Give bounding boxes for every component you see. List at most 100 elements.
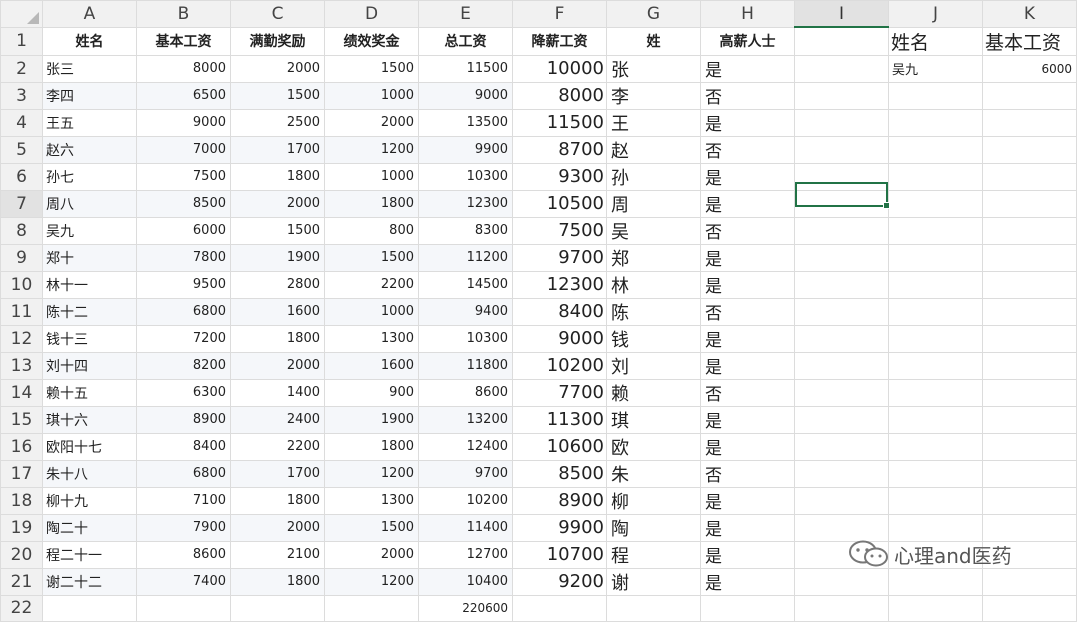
empty-cell[interactable] [982, 81, 1077, 110]
performance-bonus-cell[interactable]: 2000 [324, 540, 419, 569]
empty-cell[interactable] [794, 135, 889, 164]
empty-cell[interactable] [512, 594, 607, 622]
empty-cell[interactable] [794, 513, 889, 542]
attendance-bonus-cell[interactable]: 1800 [230, 486, 325, 515]
high-salary-cell[interactable]: 是 [700, 567, 795, 596]
base-salary-cell[interactable]: 6800 [136, 297, 231, 326]
performance-bonus-cell[interactable]: 1200 [324, 567, 419, 596]
column-header-e[interactable]: E [418, 0, 513, 28]
performance-bonus-cell[interactable]: 2200 [324, 270, 419, 299]
name-cell[interactable]: 柳十九 [42, 486, 137, 515]
empty-cell[interactable] [606, 594, 701, 622]
reduced-salary-cell[interactable]: 9000 [512, 324, 607, 353]
empty-cell[interactable] [888, 162, 983, 191]
surname-cell[interactable]: 赵 [606, 135, 701, 164]
attendance-bonus-cell[interactable]: 1600 [230, 297, 325, 326]
high-salary-cell[interactable]: 是 [700, 270, 795, 299]
reduced-salary-cell[interactable]: 11500 [512, 108, 607, 137]
reduced-salary-cell[interactable]: 12300 [512, 270, 607, 299]
total-salary-cell[interactable]: 10200 [418, 486, 513, 515]
grand-total-cell[interactable]: 220600 [418, 594, 513, 622]
empty-cell[interactable] [794, 486, 889, 515]
performance-bonus-cell[interactable]: 1500 [324, 243, 419, 272]
empty-cell[interactable] [794, 567, 889, 596]
empty-cell[interactable] [794, 378, 889, 407]
surname-cell[interactable]: 刘 [606, 351, 701, 380]
empty-cell[interactable] [982, 486, 1077, 515]
row-header[interactable]: 8 [0, 216, 43, 245]
name-cell[interactable]: 陈十二 [42, 297, 137, 326]
empty-cell[interactable] [794, 297, 889, 326]
performance-bonus-cell[interactable]: 1500 [324, 513, 419, 542]
reduced-salary-cell[interactable]: 8400 [512, 297, 607, 326]
reduced-salary-cell[interactable]: 10000 [512, 54, 607, 83]
base-salary-cell[interactable]: 7100 [136, 486, 231, 515]
empty-cell[interactable] [888, 216, 983, 245]
reduced-salary-cell[interactable]: 11300 [512, 405, 607, 434]
high-salary-cell[interactable]: 是 [700, 405, 795, 434]
base-salary-cell[interactable]: 9500 [136, 270, 231, 299]
attendance-bonus-cell[interactable]: 2000 [230, 189, 325, 218]
column-header-b[interactable]: B [136, 0, 231, 28]
high-salary-cell[interactable]: 否 [700, 378, 795, 407]
empty-cell[interactable] [700, 594, 795, 622]
empty-cell[interactable] [888, 108, 983, 137]
total-salary-cell[interactable]: 11400 [418, 513, 513, 542]
lookup-salary-value[interactable]: 6000 [982, 54, 1077, 83]
total-salary-cell[interactable]: 14500 [418, 270, 513, 299]
row-header[interactable]: 3 [0, 81, 43, 110]
reduced-salary-cell[interactable]: 9900 [512, 513, 607, 542]
empty-cell[interactable] [888, 459, 983, 488]
empty-cell[interactable] [888, 405, 983, 434]
empty-cell[interactable] [982, 378, 1077, 407]
total-salary-cell[interactable]: 10400 [418, 567, 513, 596]
performance-bonus-cell[interactable]: 1000 [324, 81, 419, 110]
header-cell-base[interactable]: 基本工资 [136, 26, 231, 56]
surname-cell[interactable]: 郑 [606, 243, 701, 272]
row-header[interactable]: 11 [0, 297, 43, 326]
name-cell[interactable]: 赖十五 [42, 378, 137, 407]
performance-bonus-cell[interactable]: 1200 [324, 135, 419, 164]
performance-bonus-cell[interactable]: 1300 [324, 486, 419, 515]
empty-cell[interactable] [888, 513, 983, 542]
empty-cell[interactable] [230, 594, 325, 622]
empty-cell[interactable] [888, 81, 983, 110]
name-cell[interactable]: 欧阳十七 [42, 432, 137, 461]
empty-cell[interactable] [794, 108, 889, 137]
empty-cell[interactable] [982, 297, 1077, 326]
row-header[interactable]: 19 [0, 513, 43, 542]
total-salary-cell[interactable]: 10300 [418, 324, 513, 353]
high-salary-cell[interactable]: 是 [700, 162, 795, 191]
name-cell[interactable]: 琪十六 [42, 405, 137, 434]
surname-cell[interactable]: 陶 [606, 513, 701, 542]
empty-cell[interactable] [794, 432, 889, 461]
empty-cell[interactable] [888, 432, 983, 461]
name-cell[interactable]: 周八 [42, 189, 137, 218]
empty-cell[interactable] [982, 216, 1077, 245]
attendance-bonus-cell[interactable]: 2500 [230, 108, 325, 137]
total-salary-cell[interactable]: 8300 [418, 216, 513, 245]
performance-bonus-cell[interactable]: 1000 [324, 162, 419, 191]
row-header[interactable]: 18 [0, 486, 43, 515]
total-salary-cell[interactable]: 13200 [418, 405, 513, 434]
empty-cell[interactable] [982, 459, 1077, 488]
name-cell[interactable]: 程二十一 [42, 540, 137, 569]
row-header[interactable]: 10 [0, 270, 43, 299]
total-salary-cell[interactable]: 10300 [418, 162, 513, 191]
empty-cell[interactable] [794, 243, 889, 272]
row-header[interactable]: 7 [0, 189, 43, 218]
high-salary-cell[interactable]: 否 [700, 216, 795, 245]
high-salary-cell[interactable]: 是 [700, 108, 795, 137]
empty-cell[interactable] [794, 270, 889, 299]
attendance-bonus-cell[interactable]: 1500 [230, 81, 325, 110]
base-salary-cell[interactable]: 8400 [136, 432, 231, 461]
surname-cell[interactable]: 王 [606, 108, 701, 137]
select-all-corner[interactable] [0, 0, 43, 28]
high-salary-cell[interactable]: 是 [700, 324, 795, 353]
reduced-salary-cell[interactable]: 10200 [512, 351, 607, 380]
name-cell[interactable]: 陶二十 [42, 513, 137, 542]
attendance-bonus-cell[interactable]: 1800 [230, 567, 325, 596]
surname-cell[interactable]: 林 [606, 270, 701, 299]
high-salary-cell[interactable]: 否 [700, 135, 795, 164]
performance-bonus-cell[interactable]: 1900 [324, 405, 419, 434]
